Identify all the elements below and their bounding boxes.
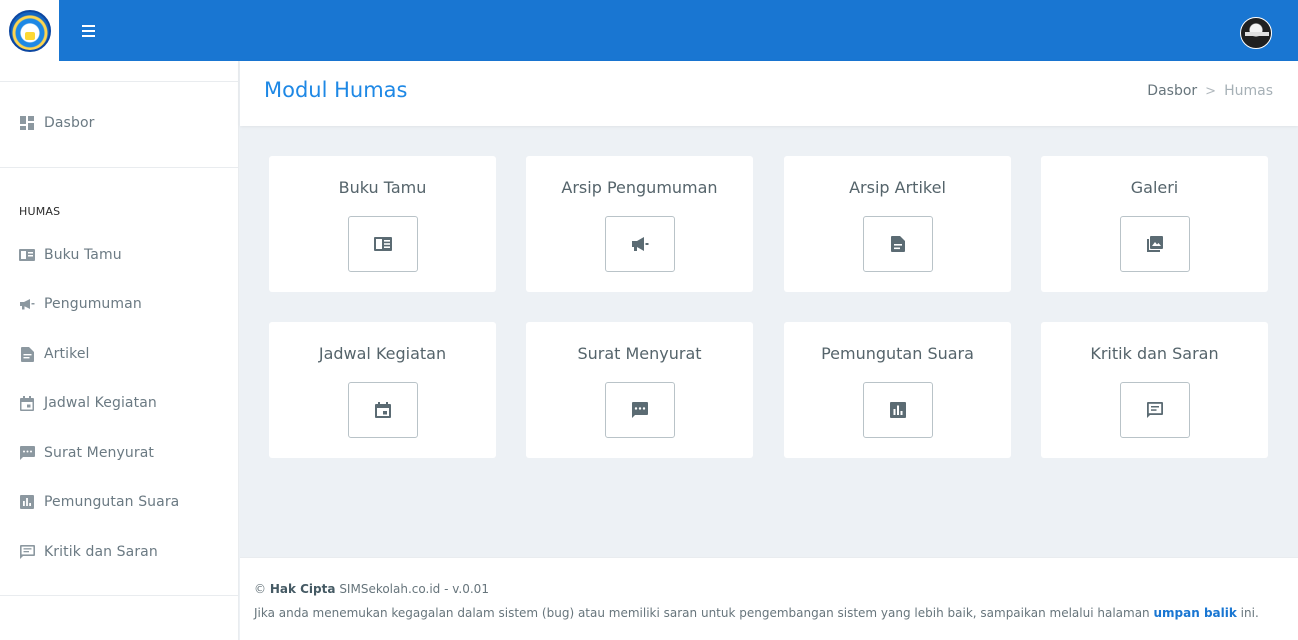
breadcrumb-home-link[interactable]: Dasbor xyxy=(1147,83,1197,99)
copyright-label: Hak Cipta xyxy=(269,582,336,596)
notice-suffix: ini. xyxy=(1240,606,1259,620)
sidebar-item-label: Surat Menyurat xyxy=(44,445,154,461)
sidebar-item-label: Pengumuman xyxy=(44,296,142,312)
user-avatar[interactable] xyxy=(1240,17,1272,49)
megaphone-icon xyxy=(18,295,36,313)
message-icon xyxy=(632,402,648,418)
sidebar-item-label: Artikel xyxy=(44,346,90,362)
open-jadwal-kegiatan-button[interactable] xyxy=(348,382,418,438)
sidebar-item-buku-tamu[interactable]: Buku Tamu xyxy=(18,243,122,267)
calendar-icon xyxy=(18,394,36,412)
card-jadwal-kegiatan: Jadwal Kegiatan xyxy=(269,322,496,458)
breadcrumb: Dasbor > Humas xyxy=(1147,83,1273,99)
footer-copyright: © Hak Cipta SIMSekolah.co.id - v.0.01 xyxy=(254,582,489,596)
feedback-link[interactable]: umpan balik xyxy=(1153,606,1236,620)
book-icon xyxy=(18,246,36,264)
card-title: Surat Menyurat xyxy=(577,344,702,363)
card-galeri: Galeri xyxy=(1041,156,1268,292)
chevron-right-icon: > xyxy=(1205,83,1217,99)
message-icon xyxy=(18,444,36,462)
open-buku-tamu-button[interactable] xyxy=(348,216,418,272)
dashboard-icon xyxy=(18,114,36,132)
sidebar-item-surat-menyurat[interactable]: Surat Menyurat xyxy=(18,441,154,465)
copyright-symbol: © xyxy=(254,582,266,596)
poll-icon xyxy=(18,493,36,511)
breadcrumb-current: Humas xyxy=(1224,83,1273,99)
card-kritik-dan-saran: Kritik dan Saran xyxy=(1041,322,1268,458)
open-kritik-dan-saran-button[interactable] xyxy=(1120,382,1190,438)
card-title: Galeri xyxy=(1130,178,1179,197)
sidebar-item-artikel[interactable]: Artikel xyxy=(18,342,90,366)
card-title: Arsip Pengumuman xyxy=(561,178,718,197)
book-icon xyxy=(374,237,392,251)
sidebar-item-label: Dasbor xyxy=(44,115,95,131)
poll-icon xyxy=(890,402,906,418)
card-surat-menyurat: Surat Menyurat xyxy=(526,322,753,458)
sidebar-item-kritik-dan-saran[interactable]: Kritik dan Saran xyxy=(18,540,158,564)
sidebar-item-label: Jadwal Kegiatan xyxy=(44,395,157,411)
sidebar-item-pengumuman[interactable]: Pengumuman xyxy=(18,292,142,316)
open-pemungutan-suara-button[interactable] xyxy=(863,382,933,438)
article-icon xyxy=(18,345,36,363)
open-arsip-artikel-button[interactable] xyxy=(863,216,933,272)
hamburger-icon[interactable] xyxy=(78,20,100,42)
sidebar-divider xyxy=(0,595,239,596)
card-arsip-pengumuman: Arsip Pengumuman xyxy=(526,156,753,292)
sidebar-item-label: Pemungutan Suara xyxy=(44,494,180,510)
open-arsip-pengumuman-button[interactable] xyxy=(605,216,675,272)
article-icon xyxy=(891,236,905,252)
card-arsip-artikel: Arsip Artikel xyxy=(784,156,1011,292)
calendar-icon xyxy=(375,402,391,418)
open-surat-menyurat-button[interactable] xyxy=(605,382,675,438)
sidebar-item-label: Buku Tamu xyxy=(44,247,122,263)
page-header: Modul Humas Dasbor > Humas xyxy=(240,61,1298,126)
gallery-icon xyxy=(1147,236,1163,252)
card-pemungutan-suara: Pemungutan Suara xyxy=(784,322,1011,458)
card-title: Arsip Artikel xyxy=(849,178,946,197)
footer: © Hak Cipta SIMSekolah.co.id - v.0.01 Ji… xyxy=(240,557,1298,640)
card-title: Jadwal Kegiatan xyxy=(318,344,447,363)
sidebar-item-label: Kritik dan Saran xyxy=(44,544,158,560)
top-bar xyxy=(0,0,1298,61)
card-buku-tamu: Buku Tamu xyxy=(269,156,496,292)
feedback-icon xyxy=(18,543,36,561)
notice-text: Jika anda menemukan kegagalan dalam sist… xyxy=(254,606,1150,620)
page-title: Modul Humas xyxy=(264,78,408,102)
megaphone-icon xyxy=(632,237,649,251)
copyright-text: SIMSekolah.co.id - v.0.01 xyxy=(339,582,489,596)
footer-notice: Jika anda menemukan kegagalan dalam sist… xyxy=(254,606,1259,620)
sidebar: Dasbor HUMAS Buku Tamu Pengumuman Artike… xyxy=(0,61,239,640)
logo-container[interactable] xyxy=(0,0,59,61)
feedback-icon xyxy=(1147,402,1163,418)
open-galeri-button[interactable] xyxy=(1120,216,1190,272)
sidebar-divider xyxy=(0,167,239,168)
school-logo[interactable] xyxy=(8,9,51,52)
sidebar-item-dasbor[interactable]: Dasbor xyxy=(18,111,94,135)
sidebar-section-heading: HUMAS xyxy=(19,205,61,218)
card-title: Kritik dan Saran xyxy=(1090,344,1219,363)
sidebar-item-pemungutan-suara[interactable]: Pemungutan Suara xyxy=(18,490,179,514)
sidebar-item-jadwal-kegiatan[interactable]: Jadwal Kegiatan xyxy=(18,391,157,415)
sidebar-divider xyxy=(0,81,239,82)
card-title: Pemungutan Suara xyxy=(821,344,974,363)
card-title: Buku Tamu xyxy=(338,178,427,197)
